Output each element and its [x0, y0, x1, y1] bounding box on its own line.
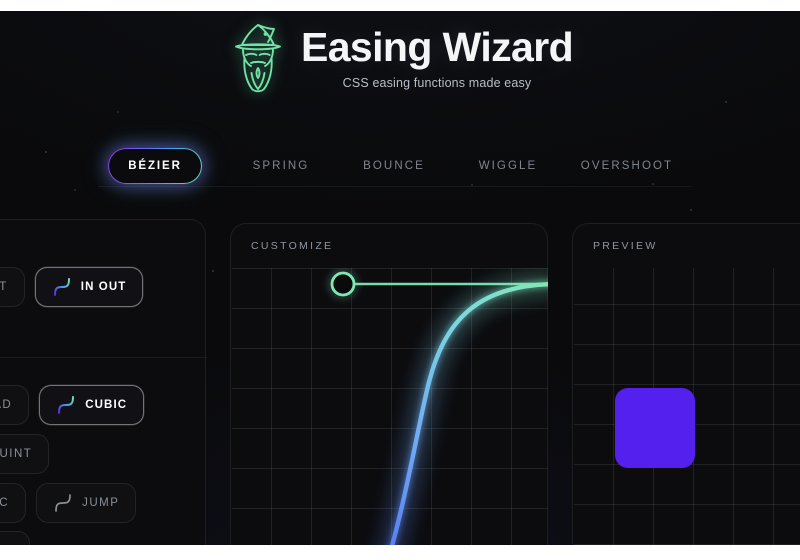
tab-bar: BÉZIER SPRING BOUNCE WIGGLE OVERSHOOT	[98, 145, 692, 187]
ease-curve-icon	[58, 396, 75, 414]
function-button-jump[interactable]: JUMP	[36, 483, 137, 523]
bezier-curve-svg	[327, 268, 548, 545]
function-button-quad-label: QUAD	[0, 399, 13, 411]
particle-dot	[212, 270, 214, 272]
direction-button-out[interactable]: OUT	[0, 267, 25, 307]
ease-curve-icon	[55, 494, 71, 512]
wizard-icon	[235, 24, 281, 93]
preview-box[interactable]	[615, 388, 695, 468]
customize-panel: CUSTOMIZE	[230, 223, 548, 545]
tab-bezier[interactable]: BÉZIER	[108, 148, 202, 184]
sidebar-bottom-button[interactable]: TE	[0, 531, 30, 545]
particle-dot	[690, 209, 692, 211]
brand-row: Easing Wizard CSS easing functions made …	[0, 21, 800, 95]
tab-bezier-label: BÉZIER	[109, 149, 201, 183]
easing-options-panel: OUT IN OUT	[0, 219, 207, 545]
customize-panel-label: CUSTOMIZE	[251, 240, 334, 252]
function-button-quint-label: QUINT	[0, 448, 33, 460]
app-root: Easing Wizard CSS easing functions made …	[0, 0, 800, 560]
function-button-quad[interactable]: QUAD	[0, 385, 30, 425]
tab-wiggle[interactable]: WIGGLE	[452, 145, 564, 187]
app-title: Easing Wizard	[300, 24, 574, 71]
tab-spring[interactable]: SPRING	[226, 145, 336, 187]
preview-panel: PREVIEW	[572, 223, 800, 545]
particle-dot	[45, 151, 47, 153]
tab-overshoot[interactable]: OVERSHOOT	[564, 145, 690, 187]
bezier-control-handle	[330, 271, 356, 297]
function-button-row-3: CIRC JUMP	[0, 483, 137, 523]
preview-stage	[574, 268, 800, 545]
function-button-cubic-label: CUBIC	[85, 399, 128, 411]
function-button-circ[interactable]: CIRC	[0, 483, 27, 523]
particle-dot	[74, 189, 76, 191]
bezier-curve-editor[interactable]	[232, 268, 548, 545]
function-button-quint[interactable]: QUINT	[0, 434, 50, 474]
sidebar-divider	[0, 357, 207, 358]
app-window: Easing Wizard CSS easing functions made …	[0, 11, 800, 545]
tab-bounce[interactable]: BOUNCE	[336, 145, 452, 187]
direction-button-row: OUT IN OUT	[0, 267, 144, 307]
preview-panel-label: PREVIEW	[593, 240, 658, 252]
app-header: Easing Wizard CSS easing functions made …	[0, 11, 800, 121]
function-button-cubic[interactable]: CUBIC	[39, 385, 145, 425]
function-button-row-2: QUINT	[0, 434, 50, 474]
ease-curve-icon	[53, 278, 70, 296]
function-button-jump-label: JUMP	[82, 497, 120, 509]
direction-button-in-out[interactable]: IN OUT	[34, 267, 144, 307]
function-button-row-1: QUAD CUBIC	[0, 385, 145, 425]
title-block: Easing Wizard CSS easing functions made …	[300, 24, 574, 90]
direction-button-in-out-label: IN OUT	[80, 281, 127, 293]
function-button-circ-label: CIRC	[0, 497, 10, 509]
direction-button-out-label: OUT	[0, 281, 8, 293]
app-subtitle: CSS easing functions made easy	[342, 75, 532, 90]
